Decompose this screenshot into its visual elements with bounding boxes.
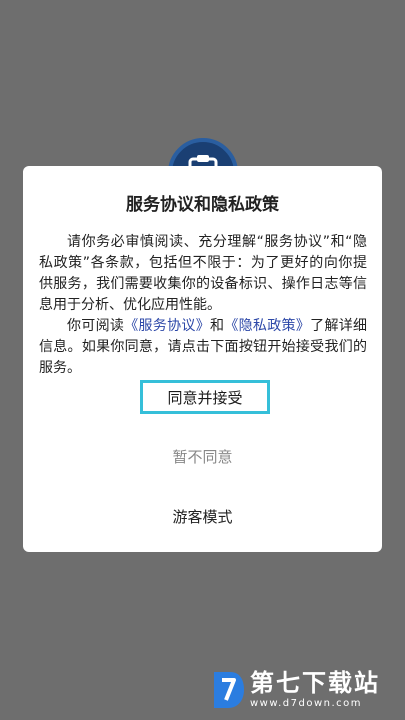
watermark-name: 第七下载站 bbox=[250, 669, 380, 697]
dialog-paragraph-1: 请你务必审慎阅读、充分理解“服务协议”和“隐私政策”各条款，包括但不限于：为了更… bbox=[39, 234, 367, 313]
terms-link[interactable]: 《服务协议》 bbox=[124, 318, 210, 334]
watermark-url: www.d7down.com bbox=[250, 698, 363, 709]
para2-text-and: 和 bbox=[210, 318, 225, 334]
agree-button[interactable]: 同意并接受 bbox=[140, 380, 270, 414]
watermark-text: 第七下载站 www.d7down.com bbox=[250, 669, 380, 711]
dialog-title: 服务协议和隐私政策 bbox=[126, 195, 279, 215]
disagree-button[interactable]: 暂不同意 bbox=[23, 446, 382, 467]
watermark: 第七下载站 www.d7down.com bbox=[210, 664, 400, 716]
privacy-link[interactable]: 《隐私政策》 bbox=[224, 318, 310, 334]
dialog-paragraph-2: 你可阅读《服务协议》和《隐私政策》了解详细信息。如果你同意，请点击下面按钮开始接… bbox=[39, 316, 367, 379]
dialog-body: 请你务必审慎阅读、充分理解“服务协议”和“隐私政策”各条款，包括但不限于：为了更… bbox=[39, 232, 367, 379]
guest-mode-button[interactable]: 游客模式 bbox=[23, 506, 382, 527]
privacy-dialog: 服务协议和隐私政策 请你务必审慎阅读、充分理解“服务协议”和“隐私政策”各条款，… bbox=[23, 166, 382, 552]
d7-logo-icon bbox=[214, 672, 244, 708]
para2-text-before: 你可阅读 bbox=[67, 318, 125, 334]
